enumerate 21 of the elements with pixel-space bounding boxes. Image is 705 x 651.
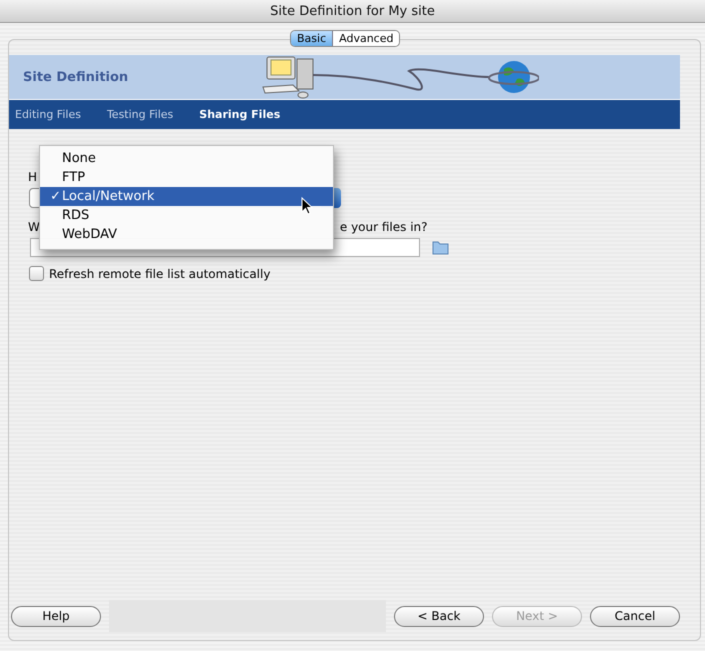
mouse-pointer-icon — [301, 197, 313, 215]
menu-item[interactable]: None — [40, 149, 333, 168]
question-label: W — [27, 220, 40, 234]
checkbox-label: Refresh remote file list automatically — [49, 266, 270, 280]
question-label: H — [28, 170, 38, 184]
folder-icon[interactable] — [432, 240, 449, 255]
menu-item[interactable]: FTP — [40, 168, 333, 187]
question-label: e your files in? — [340, 220, 428, 234]
dialog-button[interactable]: Cancel — [590, 606, 680, 626]
menu-item[interactable]: ✓Local/Network — [40, 187, 333, 206]
dialog-button[interactable]: < Back — [394, 606, 484, 626]
window-title: Site Definition for My site — [270, 4, 435, 18]
nav-tab[interactable]: Sharing Files — [199, 108, 280, 121]
menu-item[interactable]: RDS — [40, 206, 333, 225]
nav-tab[interactable]: Editing Files — [15, 108, 81, 121]
help-button[interactable]: Help — [11, 606, 101, 626]
header-title: Site Definition — [23, 70, 128, 84]
checkbox[interactable] — [29, 266, 44, 281]
nav-tab[interactable]: Testing Files — [106, 108, 174, 121]
tab[interactable]: Basic — [291, 31, 334, 46]
menu-item[interactable]: WebDAV — [40, 225, 333, 244]
